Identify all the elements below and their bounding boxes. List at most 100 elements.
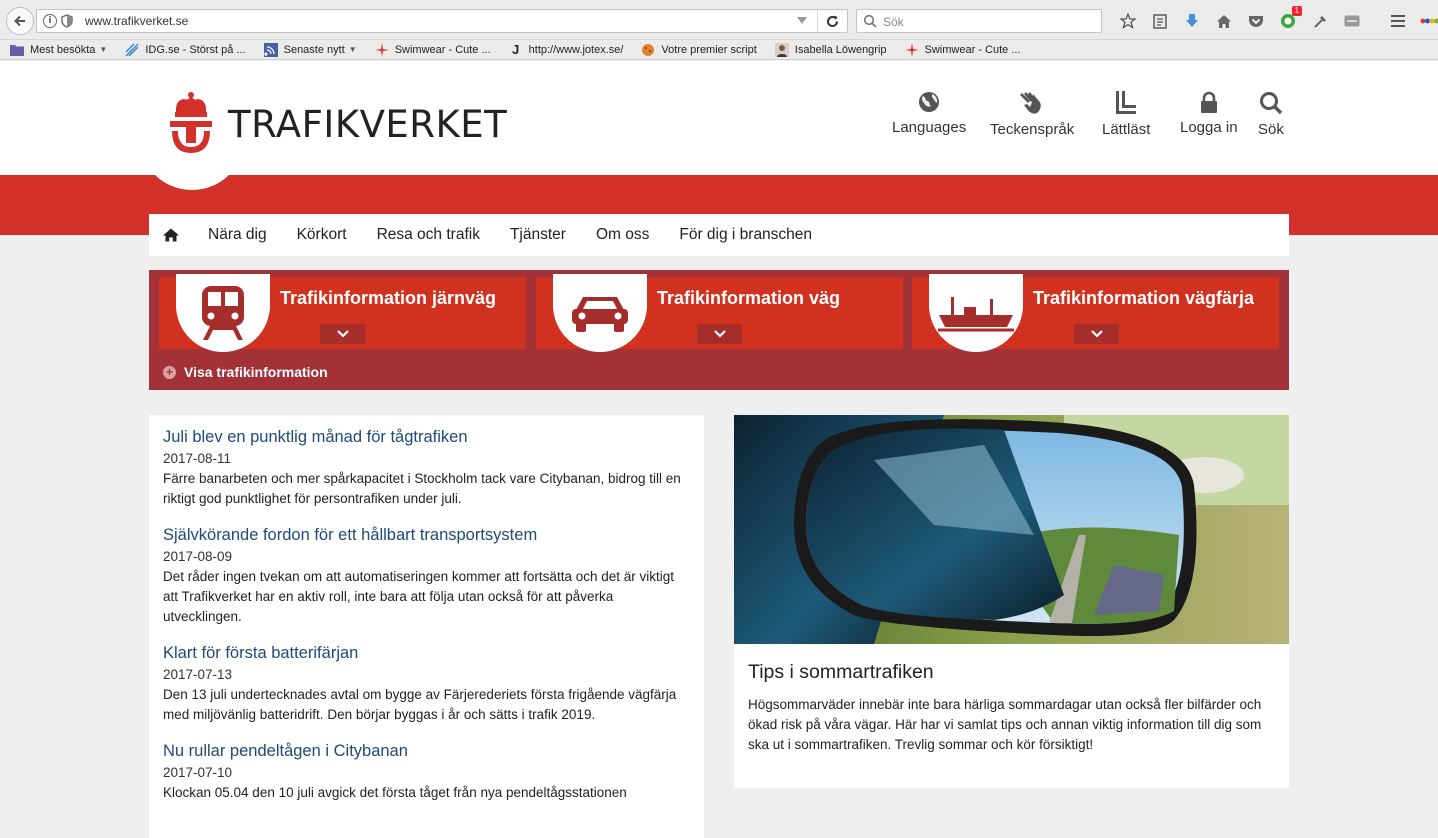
hamburger-menu-icon [1391, 15, 1405, 27]
pocket-button[interactable] [1240, 10, 1272, 32]
traffic-card-road[interactable]: Trafikinformation väg [536, 274, 903, 352]
feature-text: Högsommarväder innebär inte bara härliga… [748, 697, 1262, 752]
bookmark-votre-premier-script[interactable]: Votre premier script [641, 43, 757, 57]
news-summary: Klockan 05.04 den 10 juli avgick det för… [163, 785, 627, 800]
login-button[interactable]: Logga in [1180, 91, 1238, 136]
nav-item-om-oss[interactable]: Om oss [596, 226, 649, 244]
globe-icon [919, 92, 940, 112]
traffic-card-label: Trafikinformation järnväg [280, 288, 497, 308]
news-title-link[interactable]: Nu rullar pendeltågen i Citybanan [163, 741, 690, 761]
bookmark-isabella[interactable]: Isabella Löwengrip [774, 42, 887, 57]
bookmark-swimwear-1[interactable]: Swimwear - Cute ... [374, 42, 491, 57]
crown-logo-icon [170, 92, 212, 153]
news-date: 2017-07-10 [163, 765, 233, 780]
info-icon[interactable]: i [43, 14, 57, 28]
logo-wordmark: TRAFIKVERKET [228, 102, 508, 146]
feature-card[interactable]: Tips i sommartrafiken Högsommarväder inn… [734, 415, 1289, 788]
news-date: 2017-08-11 [163, 451, 232, 466]
lock-icon [1200, 91, 1217, 113]
extension-button[interactable]: 1 [1272, 6, 1304, 32]
eyedropper-button[interactable] [1304, 10, 1336, 32]
download-arrow-icon [1186, 14, 1198, 27]
home-icon [1217, 14, 1231, 28]
shield-icon[interactable] [61, 14, 73, 28]
easy-read-icon [1116, 91, 1137, 114]
site-search-button[interactable]: Sök [1258, 91, 1284, 138]
traffic-card-ferry[interactable]: Trafikinformation vägfärja [912, 274, 1279, 352]
chevron-down-icon [1090, 330, 1103, 338]
news-list: Juli blev en punktlig månad för tågtrafi… [149, 415, 704, 838]
news-item: Nu rullar pendeltågen i Citybanan 2017-0… [163, 741, 690, 803]
cookie-icon [641, 43, 655, 57]
reload-button[interactable] [817, 10, 847, 32]
bookmark-mest-besokta[interactable]: Mest besökta ▼ [10, 43, 107, 57]
address-bar[interactable]: i www.trafikverket.se [36, 9, 848, 33]
rss-feed-icon [263, 42, 278, 57]
ebay-button[interactable] [1414, 10, 1438, 32]
easy-read-button[interactable]: Lättläst [1102, 91, 1150, 138]
extension-box-icon [1344, 15, 1360, 27]
plus-circle-icon: + [163, 365, 176, 379]
arrow-left-icon [14, 15, 25, 27]
feature-title[interactable]: Tips i sommartrafiken [748, 661, 934, 684]
notification-badge: 1 [1291, 6, 1302, 16]
expand-railway-button[interactable] [320, 324, 365, 344]
nav-item-korkort[interactable]: Körkort [297, 226, 347, 244]
news-summary: Färre banarbeten och mer spårkapacitet i… [163, 471, 681, 506]
downloads-button[interactable] [1176, 10, 1208, 32]
expand-ferry-button[interactable] [1074, 324, 1119, 344]
bookmark-idg[interactable]: IDG.se - Störst på ... [125, 43, 246, 57]
search-icon [1259, 92, 1283, 115]
news-title-link[interactable]: Klart för första batterifärjan [163, 643, 690, 663]
main-navigation: Nära dig Körkort Resa och trafik Tjänste… [149, 214, 1289, 256]
ferry-icon-circle [929, 274, 1023, 352]
clipboard-icon [1153, 14, 1167, 29]
home-button[interactable] [1208, 10, 1240, 32]
back-button[interactable] [6, 7, 34, 35]
languages-button[interactable]: Languages [892, 91, 966, 136]
reader-list-button[interactable] [1144, 10, 1176, 32]
browser-search-field[interactable]: Sök [856, 9, 1102, 33]
site-logo[interactable]: TRAFIKVERKET [166, 91, 507, 157]
url-dropdown-icon[interactable] [797, 17, 807, 24]
url-text[interactable]: www.trafikverket.se [85, 14, 188, 28]
nav-item-nara-dig[interactable]: Nära dig [208, 226, 267, 244]
train-icon-circle [176, 274, 270, 352]
traffic-card-railway[interactable]: Trafikinformation järnväg [159, 274, 526, 352]
sign-language-button[interactable]: Teckenspråk [990, 91, 1074, 138]
news-item: Juli blev en punktlig månad för tågtrafi… [163, 427, 690, 509]
traffic-info-panel: Trafikinformation järnväg Trafikinformat… [149, 270, 1289, 390]
nav-item-resa-och-trafik[interactable]: Resa och trafik [377, 226, 480, 244]
idg-favicon-icon [125, 43, 139, 57]
train-icon [202, 286, 244, 340]
news-title-link[interactable]: Självkörande fordon för ett hållbart tra… [163, 525, 690, 545]
chevron-down-icon [713, 330, 726, 338]
news-title-link[interactable]: Juli blev en punktlig månad för tågtrafi… [163, 427, 690, 447]
car-mirror-photo[interactable] [734, 415, 1289, 644]
bookmark-senaste-nytt[interactable]: Senaste nytt ▼ [263, 42, 357, 57]
reload-icon [827, 15, 838, 27]
letter-j-icon: J [512, 42, 520, 57]
menu-button[interactable] [1382, 10, 1414, 32]
star-icon [1120, 13, 1136, 29]
toolbar-separator [1368, 10, 1382, 32]
expand-road-button[interactable] [697, 324, 742, 344]
search-placeholder: Sök [883, 15, 904, 29]
extension-grey-button[interactable] [1336, 10, 1368, 32]
chevron-down-icon [336, 330, 349, 338]
folder-icon [10, 43, 24, 57]
news-summary: Det råder ingen tvekan om att automatise… [163, 569, 674, 624]
eyedropper-icon [1313, 15, 1326, 28]
car-icon [572, 297, 628, 332]
news-item: Klart för första batterifärjan 2017-07-1… [163, 643, 690, 725]
news-summary: Den 13 juli undertecknades avtal om bygg… [163, 687, 677, 722]
bookmark-jotex[interactable]: J http://www.jotex.se/ [509, 42, 623, 57]
bookmarks-toolbar: Mest besökta ▼ IDG.se - Störst på ... Sen… [0, 40, 1438, 60]
show-traffic-info-toggle[interactable]: + Visa trafikinformation [163, 364, 328, 380]
bookmark-swimwear-2[interactable]: Swimwear - Cute ... [904, 42, 1021, 57]
news-date: 2017-07-13 [163, 667, 233, 682]
nav-item-for-dig-i-branschen[interactable]: För dig i branschen [679, 226, 812, 244]
bookmark-star-button[interactable] [1112, 10, 1144, 32]
home-icon[interactable] [163, 227, 181, 243]
nav-item-tjanster[interactable]: Tjänster [510, 226, 566, 244]
